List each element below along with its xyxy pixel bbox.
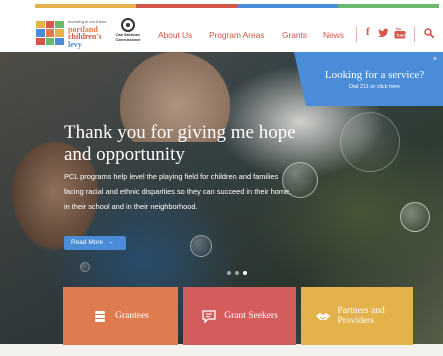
hero-title: Thank you for giving me hope and opportu…: [64, 122, 296, 165]
slider-dot[interactable]: [235, 271, 239, 275]
service-dial-link[interactable]: Dial 211 or click here: [306, 84, 443, 90]
partners-label: Partners and Providers: [337, 306, 385, 326]
logo-line-levy: levy: [68, 39, 82, 49]
read-more-label: Read More: [71, 239, 104, 246]
handshake-icon: [315, 313, 330, 320]
read-more-button[interactable]: Read More →: [64, 236, 126, 250]
hero-banner: Thank you for giving me hope and opportu…: [0, 52, 443, 356]
nav-divider: [356, 27, 357, 42]
logo-mark-icon: [36, 21, 64, 45]
service-callout[interactable]: × Looking for a service? Dial 211 or cli…: [294, 52, 443, 106]
site-header: Investing in our future portland childre…: [0, 8, 443, 52]
commissioner-name: Dan Saltzman: [116, 33, 140, 37]
svg-text:You: You: [396, 27, 402, 31]
slider-dots: [227, 271, 247, 275]
close-icon[interactable]: ×: [433, 56, 437, 63]
grant-seekers-card[interactable]: Grant Seekers: [183, 287, 296, 345]
grantees-card[interactable]: Grantees: [63, 287, 178, 345]
nav-program-areas[interactable]: Program Areas: [209, 30, 264, 40]
stack-icon: [95, 311, 106, 322]
nav-news[interactable]: News: [323, 30, 344, 40]
logo-wordmark: Investing in our future portland childre…: [68, 18, 106, 48]
slider-dot-active[interactable]: [243, 271, 247, 275]
service-question: Looking for a service?: [324, 69, 425, 81]
twitter-icon[interactable]: [378, 28, 389, 38]
nav-about-us[interactable]: About Us: [158, 30, 192, 40]
partners-card[interactable]: Partners and Providers: [301, 287, 413, 345]
facebook-icon[interactable]: f: [366, 26, 370, 38]
commissioner-badge[interactable]: Dan Saltzman Commissioner: [110, 18, 146, 48]
search-icon[interactable]: [424, 28, 434, 38]
slider-dot[interactable]: [227, 271, 231, 275]
nav-grants[interactable]: Grants: [282, 30, 307, 40]
arrow-right-icon: →: [107, 239, 114, 246]
svg-text:Tube: Tube: [396, 33, 406, 38]
nav-divider-2: [414, 27, 415, 42]
commissioner-title: Commissioner: [115, 38, 141, 42]
city-seal-icon: [121, 18, 135, 32]
grant-seekers-label: Grant Seekers: [224, 311, 278, 321]
grantees-label: Grantees: [115, 311, 149, 321]
hero-bottom-band: [0, 344, 443, 356]
youtube-icon[interactable]: You Tube: [394, 27, 406, 39]
hero-description: PCL programs help level the playing fiel…: [64, 172, 292, 211]
speech-bubble-icon: [202, 310, 216, 324]
